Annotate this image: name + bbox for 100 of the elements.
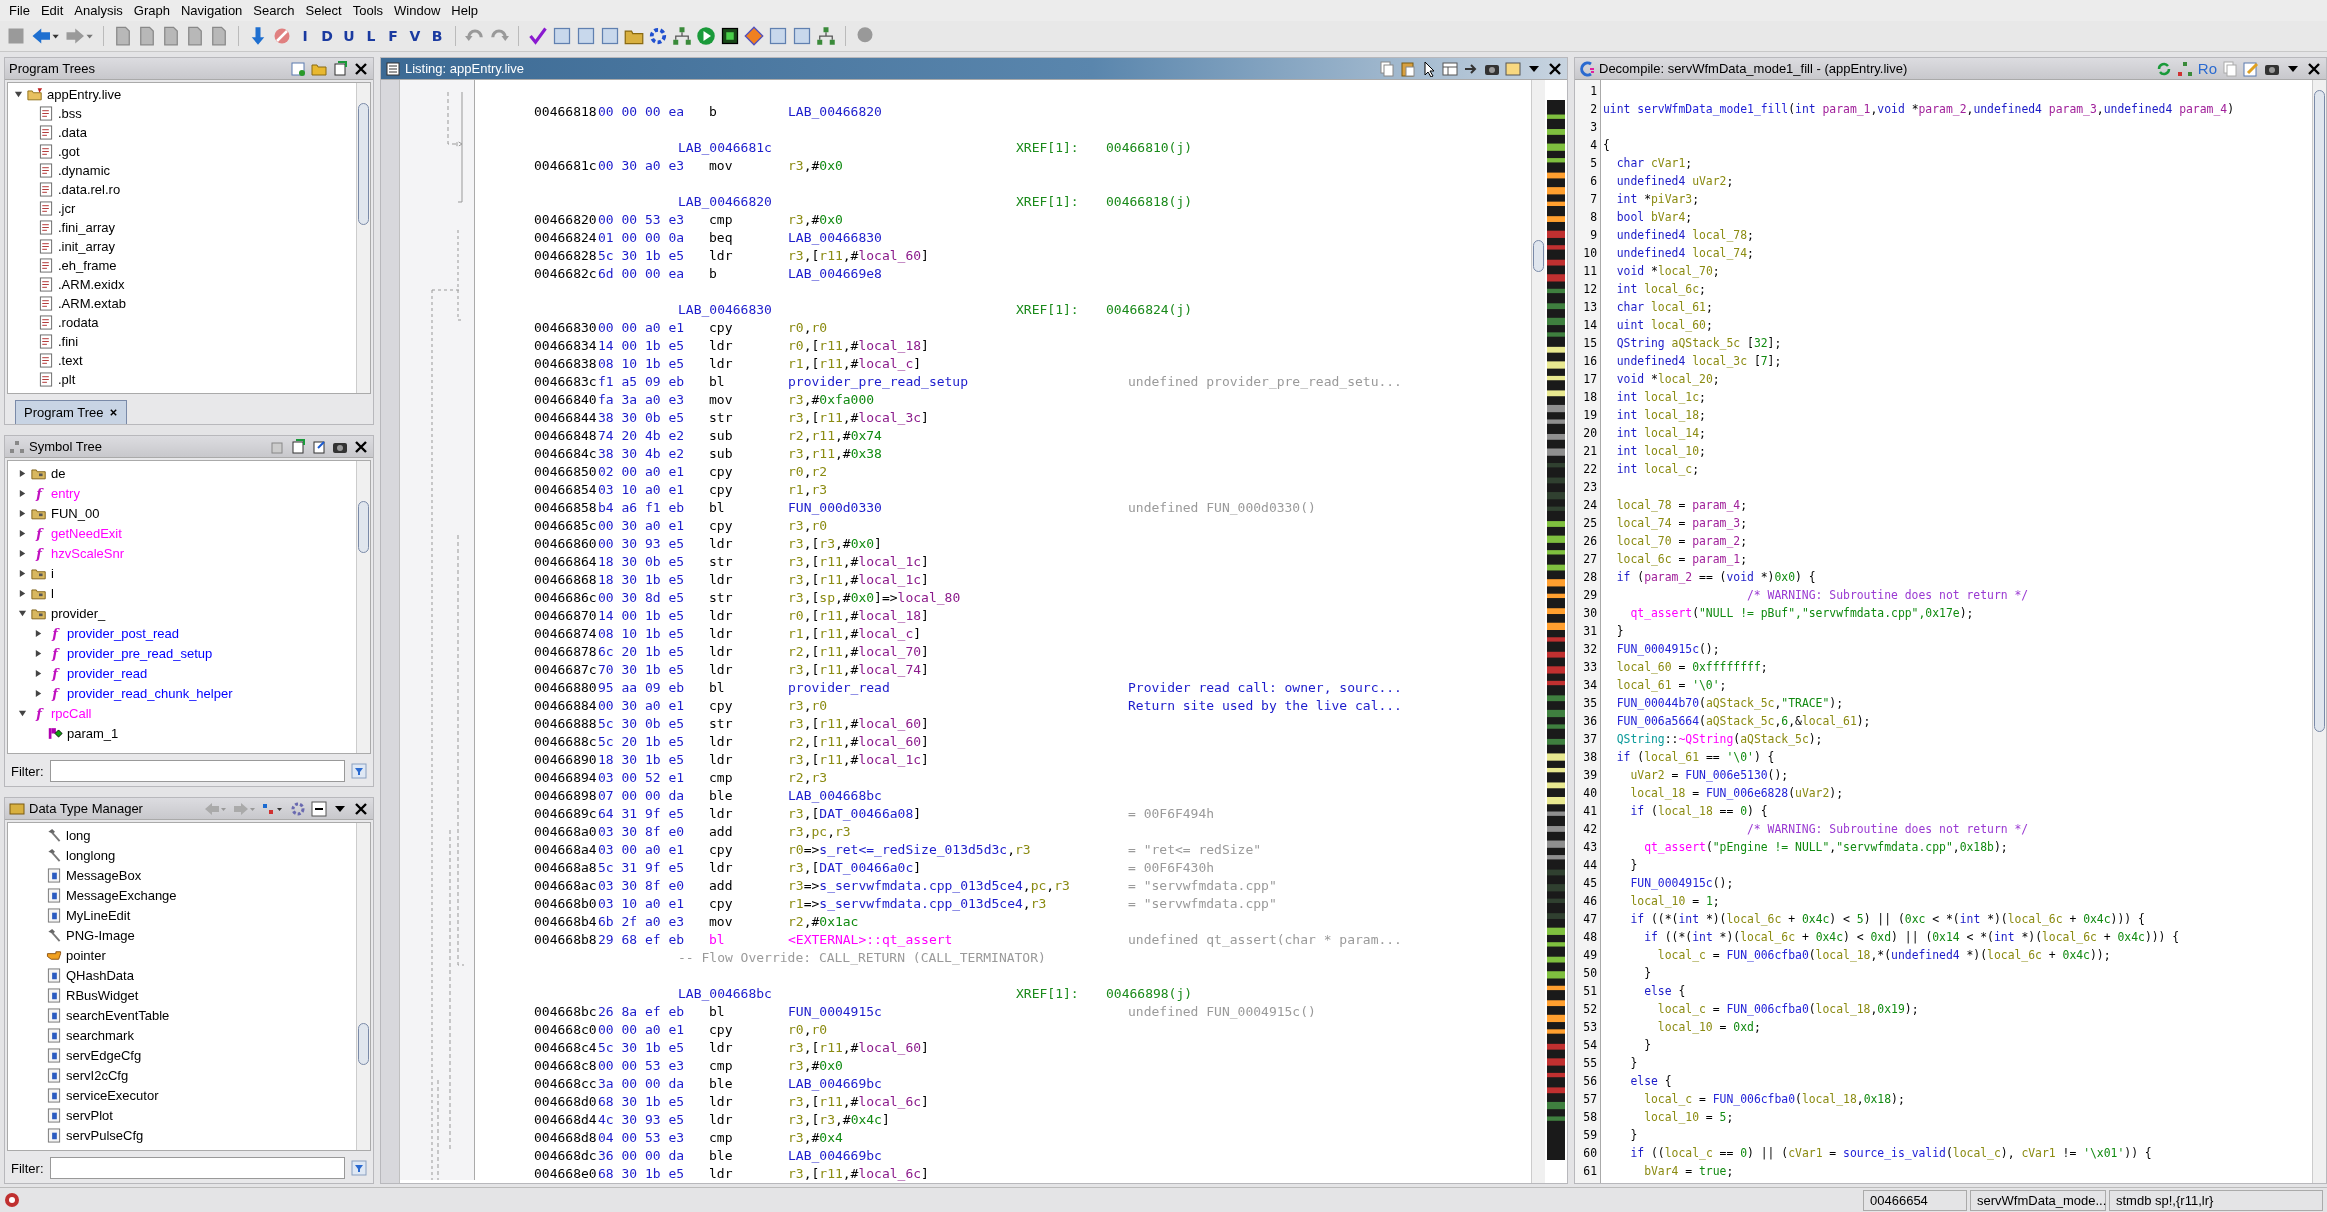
operands[interactable]: r0,r2	[788, 463, 1128, 479]
address[interactable]: 004668cc	[534, 1075, 598, 1091]
forward-arrow-icon[interactable]	[64, 26, 94, 46]
terminal-icon[interactable]	[720, 26, 740, 46]
tree-item[interactable]: provider_pre_read_setup	[67, 645, 213, 661]
tree-item[interactable]: provider_read_chunk_helper	[67, 685, 233, 701]
xref-address[interactable]: 00466818(j)	[1106, 193, 1193, 209]
tree-item[interactable]: searchEventTable	[66, 1007, 170, 1023]
layout-icon[interactable]	[1442, 60, 1458, 77]
tree-item[interactable]: PNG-Image	[66, 927, 135, 943]
menu-item[interactable]: Analysis	[69, 3, 129, 18]
paste-icon[interactable]	[1400, 60, 1416, 77]
expanded-arrow-icon[interactable]	[14, 90, 23, 99]
edit-icon[interactable]	[2243, 60, 2259, 77]
toolbar-button[interactable]: D	[318, 28, 336, 44]
operands[interactable]: r2,[r11,#local_70]	[788, 643, 1128, 659]
operands[interactable]: r0,r0	[788, 319, 1128, 335]
operands[interactable]: r3,[r11,#local_1c]	[788, 751, 1128, 767]
collapsed-arrow-icon[interactable]	[34, 648, 43, 658]
address[interactable]: 004668d0	[534, 1093, 598, 1109]
tree-item[interactable]: de	[51, 465, 66, 481]
address[interactable]: 0046689c	[534, 805, 598, 821]
cursor-icon[interactable]	[1421, 60, 1437, 77]
address[interactable]: 00466840	[534, 391, 598, 407]
tree-item[interactable]: servEdgeCfg	[66, 1047, 142, 1063]
address[interactable]: 0046682c	[534, 265, 598, 281]
operands[interactable]: r3,r11,#0x38	[788, 445, 1128, 461]
operands[interactable]: r3,[r11,#local_3c]	[788, 409, 1128, 425]
refresh-icon[interactable]	[2155, 60, 2172, 77]
tree-item[interactable]: i	[51, 565, 54, 581]
expanded-arrow-icon[interactable]	[18, 608, 27, 618]
operands[interactable]: r3,[DAT_00466a0c]	[788, 859, 1128, 875]
address[interactable]: 00466830	[534, 319, 598, 335]
operands[interactable]: LAB_004669e8	[788, 265, 1128, 281]
operands[interactable]: r3,#0xfa000	[788, 391, 1128, 407]
operands[interactable]: r3,[r11,#local_60]	[788, 1039, 1128, 1055]
operands[interactable]: LAB_00466830	[788, 229, 1128, 245]
address[interactable]: 004668b0	[534, 895, 598, 911]
operands[interactable]: r0,r0	[788, 1021, 1128, 1037]
tree-item[interactable]: RBusWidget	[66, 987, 139, 1003]
operands[interactable]: r3=>s_servwfmdata.cpp_013d5ce4,pc,r3	[788, 877, 1128, 893]
address[interactable]: 00466854	[534, 481, 598, 497]
address[interactable]: 004668c8	[534, 1057, 598, 1073]
address[interactable]: 004668c4	[534, 1039, 598, 1055]
document-icon[interactable]	[290, 438, 306, 455]
tree-item[interactable]: MessageBox	[66, 867, 142, 883]
code-label[interactable]: LAB_00466820	[678, 193, 1016, 209]
scrollbar[interactable]	[356, 823, 370, 1150]
code-label[interactable]: LAB_00466830	[678, 301, 1016, 317]
address[interactable]: 004668e0	[534, 1165, 598, 1181]
tree-item[interactable]: servI2cCfg	[66, 1067, 129, 1083]
menu-item[interactable]: Select	[300, 3, 348, 18]
operands[interactable]: LAB_004669bc	[788, 1147, 1128, 1163]
operands[interactable]: r3,#0x0	[788, 1057, 1128, 1073]
document-icon[interactable]	[290, 60, 306, 77]
xref-address[interactable]: 00466898(j)	[1106, 985, 1193, 1001]
operands[interactable]: r3,pc,r3	[788, 823, 1128, 839]
address[interactable]: 00466824	[534, 229, 598, 245]
menu-item[interactable]: Search	[248, 3, 301, 18]
overview-bar[interactable]	[1547, 100, 1565, 1160]
filter-icon[interactable]	[351, 763, 367, 779]
operands[interactable]: r0,[r11,#local_18]	[788, 607, 1128, 623]
close-icon[interactable]	[353, 800, 369, 817]
collapsed-arrow-icon[interactable]	[18, 508, 27, 518]
address[interactable]: 00466870	[534, 607, 598, 623]
expanded-arrow-icon[interactable]	[18, 708, 27, 718]
operands[interactable]: r2,r11,#0x74	[788, 427, 1128, 443]
check-icon[interactable]	[528, 26, 548, 46]
tree-item[interactable]: .rodata	[58, 315, 99, 330]
document-icon[interactable]	[600, 26, 620, 46]
operands[interactable]: r0=>s_ret<=_redSize_013d5d3c,r3	[788, 841, 1128, 857]
document-icon[interactable]	[137, 26, 157, 46]
address[interactable]: 00466894	[534, 769, 598, 785]
toolbar-button[interactable]: F	[384, 28, 402, 44]
tree-item[interactable]: FUN_00	[51, 505, 100, 521]
address[interactable]: 00466888	[534, 715, 598, 731]
tree-item[interactable]: .data	[58, 125, 87, 140]
hierarchy-icon[interactable]	[672, 26, 692, 46]
tree-item[interactable]: .fini	[58, 334, 79, 349]
document-icon[interactable]	[552, 26, 572, 46]
collapsed-arrow-icon[interactable]	[18, 548, 27, 558]
tree-item[interactable]: .init_array	[58, 239, 116, 254]
operands[interactable]: r3,[r3,#0x0]	[788, 535, 1128, 551]
operands[interactable]: r3,[DAT_00466a08]	[788, 805, 1128, 821]
tree-item[interactable]: appEntry.live	[47, 87, 122, 102]
tree-item[interactable]: servPlot	[66, 1107, 113, 1123]
menu-item[interactable]: File	[4, 3, 36, 18]
address[interactable]: 004668a0	[534, 823, 598, 839]
address[interactable]: 00466874	[534, 625, 598, 641]
tree-item[interactable]: param_1	[67, 725, 119, 741]
address[interactable]: 00466828	[534, 247, 598, 263]
address[interactable]: 004668b4	[534, 913, 598, 929]
tree-item[interactable]: MyLineEdit	[66, 907, 131, 923]
operands[interactable]: r3,r0	[788, 517, 1128, 533]
operands[interactable]: r3,[r11,#local_6c]	[788, 1093, 1128, 1109]
toolbar-button[interactable]: V	[406, 28, 424, 44]
menu-item[interactable]: Tools	[347, 3, 390, 18]
save-icon[interactable]	[6, 26, 26, 46]
gear-icon[interactable]	[290, 800, 306, 817]
operands[interactable]: r3,[r11,#local_1c]	[788, 553, 1128, 569]
